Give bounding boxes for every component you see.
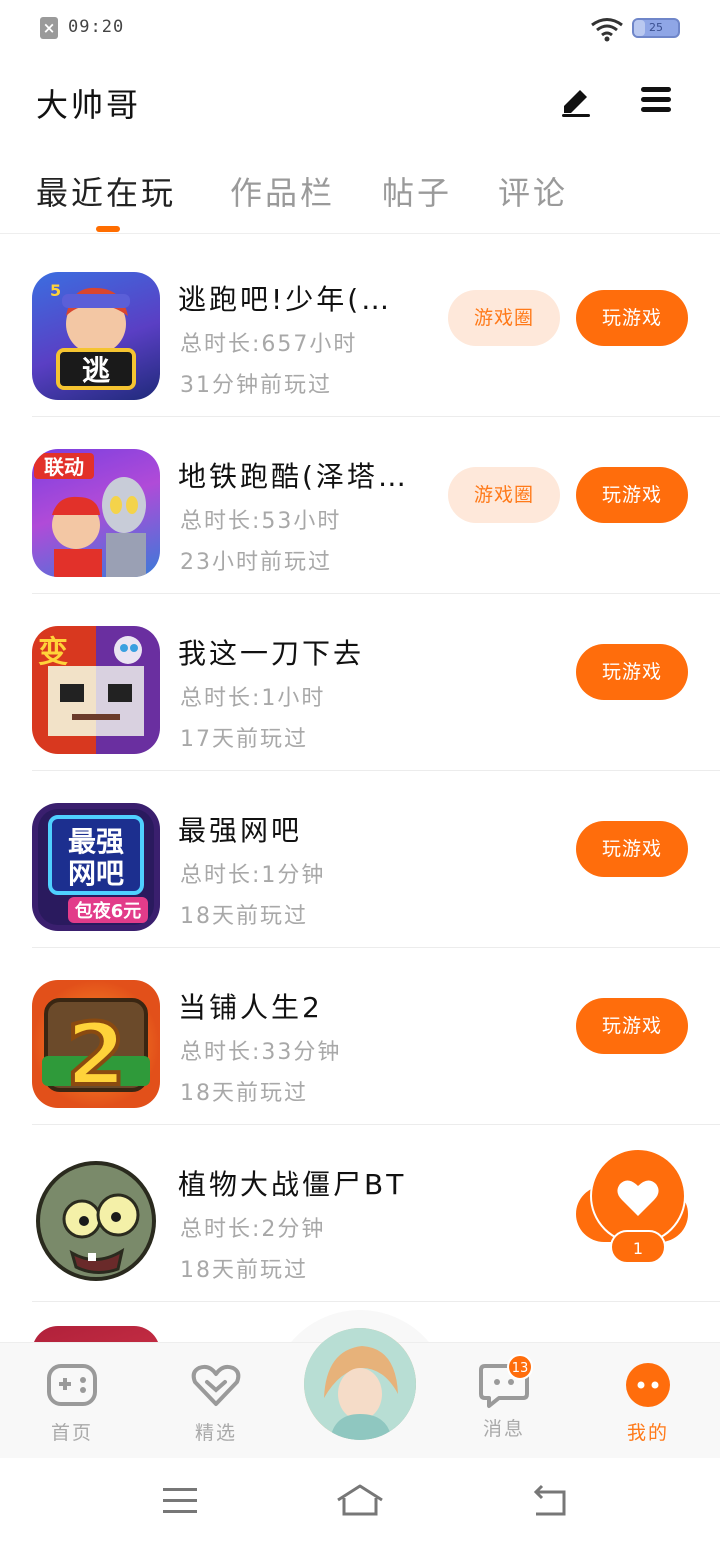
- game-list-item[interactable]: 变 我这一刀下去 总时长:1小时 17天前玩过 玩游戏: [32, 594, 720, 771]
- nav-mine-label: 我的: [626, 1422, 669, 1444]
- recent-apps-icon[interactable]: [160, 1482, 200, 1518]
- battery-text: 25: [649, 21, 663, 34]
- heart-shield-icon: [191, 1364, 241, 1406]
- svg-text:联动: 联动: [44, 455, 84, 479]
- game-name: 最强网吧: [178, 814, 303, 847]
- nav-featured[interactable]: 精选: [166, 1360, 266, 1445]
- svg-text:逃: 逃: [82, 354, 110, 387]
- game-duration: 总时长:33分钟: [180, 1040, 342, 1065]
- floating-like-button[interactable]: 1: [576, 1148, 688, 1266]
- game-last-played: 18天前玩过: [180, 1081, 308, 1106]
- wifi-icon: [591, 18, 623, 42]
- game-circle-button[interactable]: 游戏圈: [448, 290, 560, 346]
- escape-boy-game-icon: 逃 5: [32, 272, 160, 400]
- system-navigation-bar: [0, 1458, 720, 1544]
- game-last-played: 18天前玩过: [180, 1258, 308, 1283]
- game-name: 逃跑吧!少年(…: [178, 283, 393, 316]
- svg-text:网吧: 网吧: [68, 857, 124, 890]
- heart-icon: [617, 1180, 659, 1216]
- tab-works[interactable]: 作品栏: [230, 168, 335, 214]
- game-list-item[interactable]: 联动 地铁跑酷(泽塔… 总时长:53小时 23小时前玩过 游戏圈 玩游戏: [32, 417, 720, 594]
- svg-text:变: 变: [38, 635, 68, 670]
- play-game-button[interactable]: 玩游戏: [576, 644, 688, 700]
- game-list-item[interactable]: 逃 5 逃跑吧!少年(… 总时长:657小时 31分钟前玩过 游戏圈 玩游戏: [32, 240, 720, 417]
- internet-cafe-game-icon: 最强 网吧 包夜6元: [32, 803, 160, 931]
- game-last-played: 31分钟前玩过: [180, 373, 332, 398]
- game-circle-button[interactable]: 游戏圈: [448, 467, 560, 523]
- avatar[interactable]: [304, 1328, 416, 1440]
- tab-comments[interactable]: 评论: [498, 168, 568, 214]
- play-game-button[interactable]: 玩游戏: [576, 290, 688, 346]
- tab-recently-played[interactable]: 最近在玩: [36, 168, 176, 214]
- nav-featured-label: 精选: [194, 1422, 237, 1444]
- game-duration: 总时长:53小时: [180, 509, 342, 534]
- svg-text:包夜6元: 包夜6元: [75, 900, 142, 922]
- profile-tabs: 最近在玩 作品栏 帖子 评论: [0, 164, 720, 234]
- hamburger-menu-icon[interactable]: [636, 80, 676, 120]
- game-last-played: 18天前玩过: [180, 904, 308, 929]
- battery-icon: 25: [632, 18, 680, 38]
- tab-posts[interactable]: 帖子: [382, 168, 452, 214]
- play-game-button[interactable]: 玩游戏: [576, 998, 688, 1054]
- page-title: 大帅哥: [36, 86, 142, 124]
- game-name: 我这一刀下去: [178, 637, 365, 670]
- nav-messages[interactable]: 13 消息: [454, 1354, 554, 1441]
- game-name: 当铺人生2: [178, 991, 323, 1024]
- svg-text:最强: 最强: [68, 825, 124, 858]
- game-last-played: 23小时前玩过: [180, 550, 332, 575]
- like-count: 1: [610, 1230, 666, 1264]
- status-time: 09:20: [68, 17, 125, 37]
- gamepad-icon: [47, 1364, 97, 1406]
- game-list-item[interactable]: 最强 网吧 包夜6元 最强网吧 总时长:1分钟 18天前玩过 玩游戏: [32, 771, 720, 948]
- game-name: 植物大战僵尸BT: [178, 1168, 407, 1201]
- nav-messages-label: 消息: [482, 1418, 525, 1440]
- notification-close-icon: ×: [40, 17, 58, 39]
- subway-surfers-game-icon: 联动: [32, 449, 160, 577]
- game-name: 地铁跑酷(泽塔…: [178, 460, 409, 493]
- nav-mine[interactable]: 我的: [598, 1360, 698, 1445]
- home-icon[interactable]: [336, 1482, 384, 1518]
- game-last-played: 17天前玩过: [180, 727, 308, 752]
- pawn-shop-game-icon: 2: [32, 980, 160, 1108]
- play-game-button[interactable]: 玩游戏: [576, 467, 688, 523]
- game-duration: 总时长:1分钟: [180, 863, 326, 888]
- svg-text:5: 5: [50, 281, 61, 300]
- game-duration: 总时长:657小时: [180, 332, 358, 357]
- messages-badge: 13: [507, 1354, 533, 1380]
- nav-home-label: 首页: [50, 1422, 93, 1444]
- game-duration: 总时长:2分钟: [180, 1217, 326, 1242]
- status-bar: × 09:20 25: [0, 0, 720, 56]
- tab-active-indicator: [96, 226, 120, 232]
- blade-game-icon: 变: [32, 626, 160, 754]
- game-list-item[interactable]: 2 当铺人生2 总时长:33分钟 18天前玩过 玩游戏: [32, 948, 720, 1125]
- pencil-icon[interactable]: [556, 80, 596, 120]
- profile-face-icon: [626, 1363, 670, 1407]
- zombie-game-icon: [32, 1157, 160, 1285]
- play-game-button[interactable]: 玩游戏: [576, 821, 688, 877]
- game-duration: 总时长:1小时: [180, 686, 326, 711]
- nav-home[interactable]: 首页: [22, 1360, 122, 1445]
- back-icon[interactable]: [528, 1482, 568, 1518]
- svg-text:2: 2: [66, 1005, 126, 1105]
